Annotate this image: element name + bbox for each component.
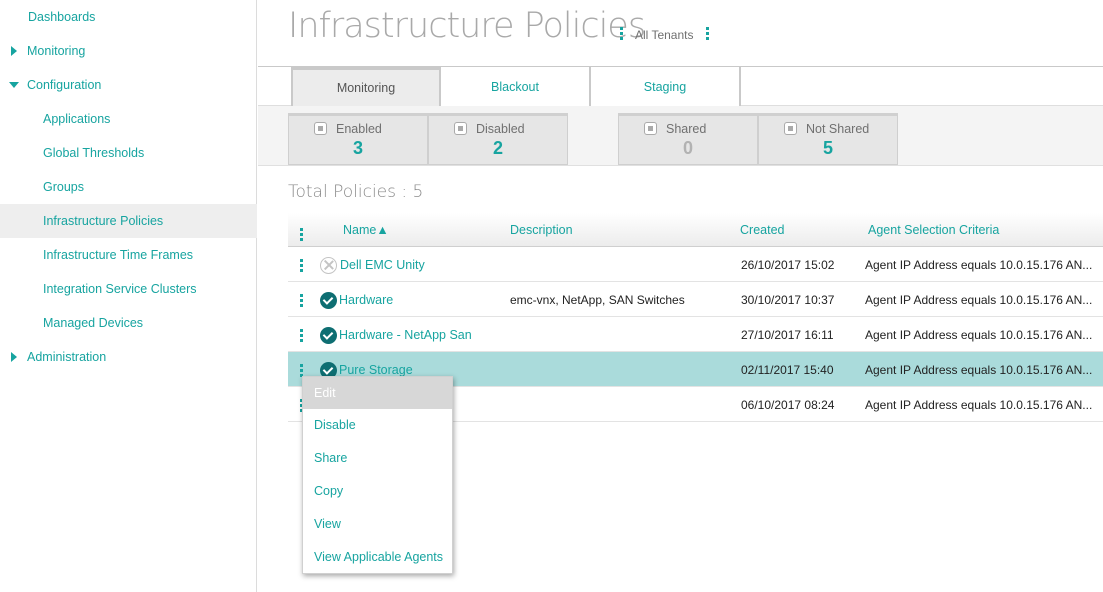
column-menu-icon[interactable] bbox=[300, 228, 304, 243]
checkbox-icon[interactable] bbox=[644, 122, 657, 135]
filter-label: Not Shared bbox=[806, 122, 870, 136]
policy-name-link[interactable]: Hardware bbox=[339, 293, 393, 307]
policy-created: 26/10/2017 15:02 bbox=[741, 258, 835, 272]
filter-enabled[interactable]: Enabled 3 bbox=[288, 113, 428, 165]
policy-name-link[interactable]: Dell EMC Unity bbox=[340, 258, 425, 272]
filter-label: Shared bbox=[666, 122, 707, 136]
policy-criteria: Agent IP Address equals 10.0.15.176 AN..… bbox=[865, 363, 1093, 377]
filter-count: 3 bbox=[352, 138, 363, 158]
policy-created: 02/11/2017 15:40 bbox=[741, 363, 834, 377]
sidebar-item-monitoring[interactable]: Monitoring bbox=[0, 34, 257, 68]
sidebar-item-label: Infrastructure Time Frames bbox=[43, 248, 194, 262]
tenant-selector[interactable]: All Tenants bbox=[635, 28, 693, 42]
menu-item-copy[interactable]: Copy bbox=[303, 475, 452, 508]
table-row[interactable]: Hardware - NetApp San 27/10/2017 16:11 A… bbox=[288, 317, 1103, 352]
policy-criteria: Agent IP Address equals 10.0.15.176 AN..… bbox=[865, 258, 1093, 272]
sidebar-item-label: Groups bbox=[43, 180, 84, 194]
filter-count: 5 bbox=[822, 138, 833, 158]
caret-down-icon[interactable] bbox=[9, 82, 19, 88]
column-header-name[interactable]: Name▲ bbox=[343, 223, 389, 237]
policy-name-link[interactable]: Hardware - NetApp San bbox=[339, 328, 472, 342]
filter-count: 2 bbox=[492, 138, 503, 158]
row-context-menu: Edit Disable Share Copy View View Applic… bbox=[302, 376, 453, 574]
policy-created: 30/10/2017 10:37 bbox=[741, 293, 835, 307]
sidebar-item-infrastructure-time-frames[interactable]: Infrastructure Time Frames bbox=[0, 238, 257, 272]
filter-strip: Enabled 3 Disabled 2 Shared 0 Not Shared… bbox=[258, 106, 1103, 166]
policy-criteria: Agent IP Address equals 10.0.15.176 AN..… bbox=[865, 293, 1093, 307]
filter-shared[interactable]: Shared 0 bbox=[618, 113, 758, 165]
sidebar-item-label: Infrastructure Policies bbox=[43, 214, 164, 228]
sidebar-item-label: Monitoring bbox=[27, 44, 86, 58]
tab-bar: Monitoring Blackout Staging bbox=[258, 66, 1103, 106]
table-row[interactable]: Hardware emc-vnx, NetApp, SAN Switches 3… bbox=[288, 282, 1103, 317]
title-kebab-menu-icon[interactable] bbox=[620, 27, 624, 42]
sidebar-item-label: Administration bbox=[27, 350, 107, 364]
sidebar-item-dashboards[interactable]: Dashboards bbox=[0, 0, 257, 34]
sidebar-item-groups[interactable]: Groups bbox=[0, 170, 257, 204]
sidebar-item-label: Applications bbox=[43, 112, 111, 126]
caret-right-icon[interactable] bbox=[11, 46, 17, 56]
sidebar-item-global-thresholds[interactable]: Global Thresholds bbox=[0, 136, 257, 170]
row-kebab-menu-icon[interactable] bbox=[300, 294, 304, 309]
policy-name-link[interactable]: Pure Storage bbox=[339, 363, 413, 377]
filter-count: 0 bbox=[682, 138, 693, 158]
sidebar-item-label: Dashboards bbox=[28, 10, 96, 24]
sidebar-item-label: Global Thresholds bbox=[43, 146, 145, 160]
row-kebab-menu-icon[interactable] bbox=[300, 329, 304, 344]
policy-description: emc-vnx, NetApp, SAN Switches bbox=[510, 293, 685, 307]
tab-monitoring[interactable]: Monitoring bbox=[291, 67, 441, 106]
sidebar-item-integration-service-clusters[interactable]: Integration Service Clusters bbox=[0, 272, 257, 306]
sidebar-item-infrastructure-policies[interactable]: Infrastructure Policies bbox=[0, 204, 257, 238]
filter-not-shared[interactable]: Not Shared 5 bbox=[758, 113, 898, 165]
tab-staging[interactable]: Staging bbox=[591, 67, 741, 106]
column-header-description[interactable]: Description bbox=[510, 223, 573, 237]
column-header-agent-selection-criteria[interactable]: Agent Selection Criteria bbox=[868, 223, 999, 237]
checkbox-icon[interactable] bbox=[454, 122, 467, 135]
enabled-check-icon bbox=[320, 292, 337, 309]
caret-right-icon[interactable] bbox=[11, 352, 17, 362]
sidebar-item-configuration[interactable]: Configuration bbox=[0, 68, 257, 102]
row-kebab-menu-icon[interactable] bbox=[300, 259, 304, 274]
sidebar-item-label: Configuration bbox=[27, 78, 102, 92]
disabled-status-icon bbox=[320, 257, 337, 274]
table-header: Name▲ Description Created Agent Selectio… bbox=[288, 213, 1103, 247]
sidebar-item-label: Managed Devices bbox=[43, 316, 144, 330]
sidebar-item-administration[interactable]: Administration bbox=[0, 340, 257, 374]
sidebar-item-applications[interactable]: Applications bbox=[0, 102, 257, 136]
filter-label: Enabled bbox=[336, 122, 382, 136]
total-policies-label: Total Policies : 5 bbox=[288, 182, 424, 202]
menu-item-view[interactable]: View bbox=[303, 508, 452, 541]
page-title: Infrastructure Policies bbox=[288, 6, 646, 46]
filter-label: Disabled bbox=[476, 122, 525, 136]
tab-blackout[interactable]: Blackout bbox=[441, 67, 591, 106]
policy-criteria: Agent IP Address equals 10.0.15.176 AN..… bbox=[865, 328, 1093, 342]
policy-criteria: Agent IP Address equals 10.0.15.176 AN..… bbox=[865, 398, 1093, 412]
policy-created: 27/10/2017 16:11 bbox=[741, 328, 834, 342]
tenant-kebab-menu-icon[interactable] bbox=[706, 27, 710, 42]
checkbox-icon[interactable] bbox=[784, 122, 797, 135]
enabled-check-icon bbox=[320, 327, 337, 344]
sidebar-item-managed-devices[interactable]: Managed Devices bbox=[0, 306, 257, 340]
menu-item-edit[interactable]: Edit bbox=[303, 377, 452, 409]
checkbox-icon[interactable] bbox=[314, 122, 327, 135]
menu-item-disable[interactable]: Disable bbox=[303, 409, 452, 442]
table-row[interactable]: Dell EMC Unity 26/10/2017 15:02 Agent IP… bbox=[288, 247, 1103, 282]
sidebar: Dashboards Monitoring Configuration Appl… bbox=[0, 0, 257, 592]
sidebar-item-label: Integration Service Clusters bbox=[43, 282, 197, 296]
menu-item-share[interactable]: Share bbox=[303, 442, 452, 475]
filter-disabled[interactable]: Disabled 2 bbox=[428, 113, 568, 165]
column-header-created[interactable]: Created bbox=[740, 223, 784, 237]
menu-item-view-applicable-agents[interactable]: View Applicable Agents bbox=[303, 541, 452, 574]
policy-created: 06/10/2017 08:24 bbox=[741, 398, 835, 412]
